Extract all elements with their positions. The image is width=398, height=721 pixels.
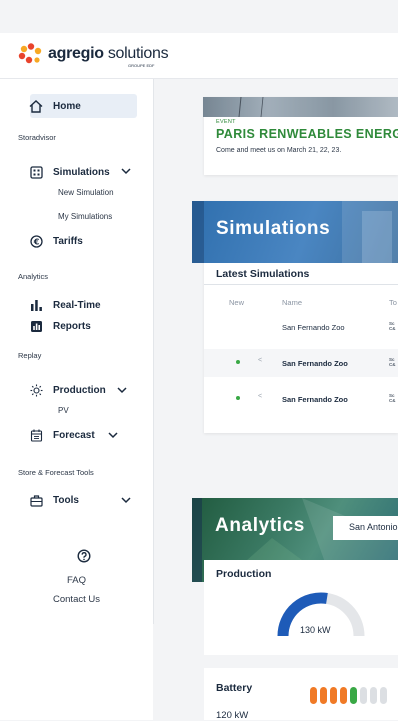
table-row-name[interactable]: San Fernando Zoo	[282, 323, 345, 332]
sidebar-item-tariffs[interactable]: € Tariffs	[28, 233, 83, 249]
production-label: Production	[216, 568, 272, 580]
battery-segment	[360, 687, 367, 704]
sidebar-item-realtime[interactable]: Real-Time	[28, 297, 101, 313]
chevron-down-icon[interactable]	[108, 431, 118, 439]
chevron-down-icon[interactable]	[117, 386, 127, 394]
svg-text:€: €	[32, 237, 39, 246]
toolbox-icon	[28, 492, 44, 508]
bar-chart-icon	[28, 297, 44, 313]
event-title[interactable]: PARIS RENWEABLES ENERGY	[216, 127, 398, 141]
section-store-forecast: Store & Forecast Tools	[18, 468, 94, 477]
contact-us-link[interactable]: Contact Us	[0, 594, 153, 605]
brand-logo[interactable]: agregio solutions	[18, 43, 169, 65]
help-icon[interactable]	[77, 549, 91, 563]
production-value: 130 kW	[300, 625, 331, 635]
home-icon	[28, 98, 44, 114]
agregio-logo-icon	[18, 43, 42, 64]
divider	[204, 284, 398, 285]
analytics-title: Analytics	[215, 515, 305, 536]
battery-segment	[380, 687, 387, 704]
table-row-type: Sc C&	[389, 393, 396, 403]
table-row-name[interactable]: San Fernando Zoo	[282, 395, 348, 404]
battery-segment	[320, 687, 327, 704]
battery-segment	[330, 687, 337, 704]
new-indicator-dot	[236, 360, 240, 364]
event-banner-image	[203, 96, 398, 118]
euro-icon: €	[28, 233, 44, 249]
sidebar-item-label: Home	[53, 100, 81, 112]
calculator-icon	[28, 164, 44, 180]
battery-segment	[340, 687, 347, 704]
sidebar-item-label: Reports	[53, 320, 91, 332]
site-select[interactable]: San Antonio	[333, 516, 398, 540]
sun-icon	[28, 382, 44, 398]
section-replay: Replay	[18, 351, 42, 360]
battery-label: Battery	[216, 682, 253, 694]
sidebar-item-production[interactable]: Production	[28, 382, 106, 398]
sidebar-item-home[interactable]: Home	[28, 98, 81, 114]
sidebar-item-forecast[interactable]: Forecast	[28, 427, 95, 443]
brand-name: agregio solutions	[48, 45, 169, 62]
sidebar-item-label: Tariffs	[53, 235, 83, 247]
sidebar-item-label: Forecast	[53, 429, 95, 441]
sidebar-item-label: Production	[53, 384, 106, 396]
sidebar-item-reports[interactable]: Reports	[28, 318, 91, 334]
sidebar-item-label: Tools	[53, 494, 79, 506]
report-icon	[28, 318, 44, 334]
battery-segment	[370, 687, 377, 704]
table-row-name[interactable]: San Fernando Zoo	[282, 359, 348, 368]
simulations-title: Simulations	[216, 218, 331, 239]
chevron-down-icon[interactable]	[121, 167, 131, 175]
sidebar-divider	[153, 79, 154, 624]
battery-segment	[310, 687, 317, 704]
brand-sub: GROUPE EDF	[128, 63, 155, 68]
sidebar-item-pv[interactable]: PV	[58, 406, 69, 415]
battery-value: 120 kW	[216, 710, 249, 721]
new-indicator-dot	[236, 396, 240, 400]
event-tag: EVENT	[216, 119, 236, 125]
forecast-icon	[28, 427, 44, 443]
section-analytics: Analytics	[18, 272, 49, 281]
sidebar-item-label: Real-Time	[53, 299, 101, 311]
share-icon[interactable]: <	[258, 357, 262, 364]
latest-simulations-panel	[204, 263, 398, 433]
top-bar: agregio solutions GROUPE EDF	[0, 33, 398, 79]
event-subtitle: Come and meet us on March 21, 22, 23.	[216, 147, 342, 154]
latest-simulations-heading: Latest Simulations	[216, 268, 310, 280]
share-icon[interactable]: <	[258, 393, 262, 400]
table-row-type: Sc C&	[389, 357, 396, 367]
battery-segment	[350, 687, 357, 704]
table-row-type: Sc C&	[389, 321, 396, 331]
sidebar-item-simulations[interactable]: Simulations	[28, 164, 110, 180]
sidebar-item-label: Simulations	[53, 166, 110, 178]
column-header-new[interactable]: New	[229, 298, 244, 307]
column-header-name[interactable]: Name	[282, 298, 302, 307]
chevron-down-icon[interactable]	[121, 496, 131, 504]
sidebar-item-tools[interactable]: Tools	[28, 492, 79, 508]
sidebar-item-new-simulation[interactable]: New Simulation	[58, 188, 114, 197]
column-header-type[interactable]: To	[389, 298, 397, 307]
sidebar-item-my-simulations[interactable]: My Simulations	[58, 212, 112, 221]
section-storadvisor: Storadvisor	[18, 133, 56, 142]
faq-link[interactable]: FAQ	[0, 575, 153, 586]
